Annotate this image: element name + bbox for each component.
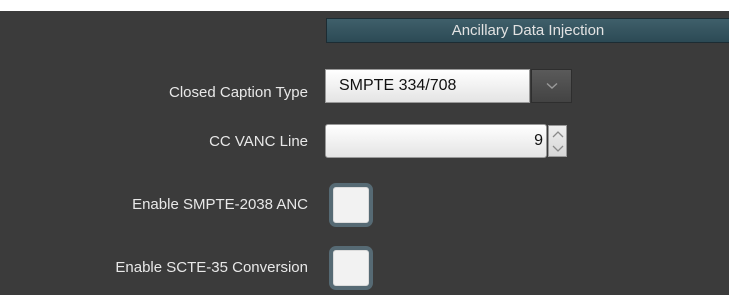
closed-caption-type-value[interactable]: SMPTE 334/708 — [325, 69, 530, 103]
enable-smpte-2038-checkbox[interactable] — [329, 183, 373, 227]
chevron-up-icon — [552, 130, 563, 137]
enable-scte-35-label: Enable SCTE-35 Conversion — [115, 259, 308, 276]
cc-vanc-line-spinner[interactable]: 9 — [325, 124, 567, 158]
dropdown-button[interactable] — [531, 69, 572, 103]
spin-down-button[interactable] — [549, 141, 566, 156]
cc-vanc-line-input[interactable]: 9 — [325, 124, 547, 158]
spinner-buttons — [548, 125, 567, 157]
closed-caption-type-select[interactable]: SMPTE 334/708 — [325, 69, 572, 103]
closed-caption-type-label: Closed Caption Type — [169, 84, 308, 101]
enable-scte-35-checkbox[interactable] — [329, 246, 373, 290]
cc-vanc-line-label: CC VANC Line — [209, 133, 308, 150]
chevron-down-icon — [546, 82, 557, 89]
chevron-down-icon — [552, 145, 563, 152]
spin-up-button[interactable] — [549, 126, 566, 141]
enable-smpte-2038-label: Enable SMPTE-2038 ANC — [132, 196, 308, 213]
section-header-ancillary-data-injection: Ancillary Data Injection — [326, 18, 729, 43]
